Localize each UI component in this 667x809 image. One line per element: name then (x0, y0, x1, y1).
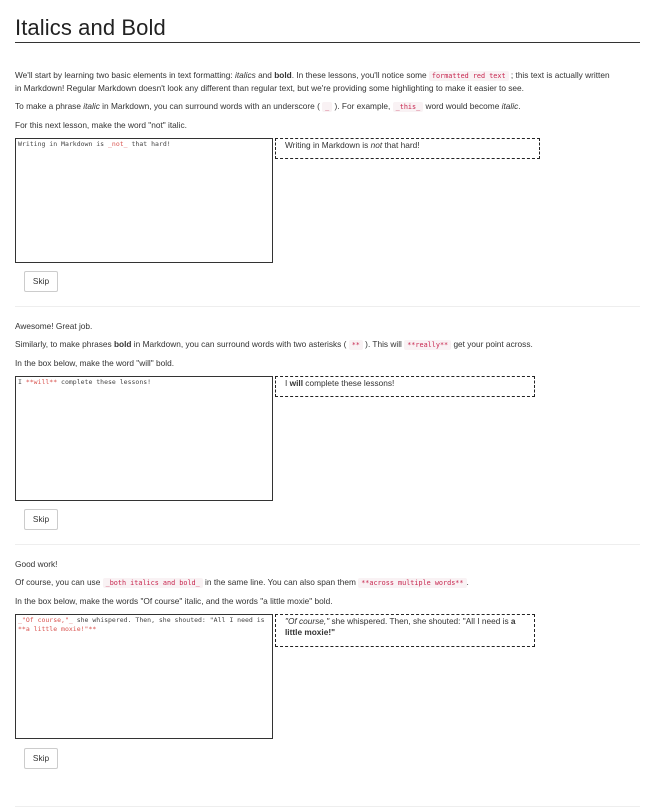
section-divider (15, 544, 640, 545)
lesson2-task: In the box below, make the word "will" b… (15, 358, 175, 368)
lesson2-feedback: Awesome! Great job. (15, 321, 93, 331)
lesson2-skip-button[interactable]: Skip (24, 509, 58, 530)
inline-code: formatted red text (428, 71, 509, 81)
lesson2-howto: Similarly, to make phrases bold in Markd… (15, 339, 533, 350)
lesson1-howto: To make a phrase italic in Markdown, you… (15, 101, 521, 112)
section-divider (15, 306, 640, 307)
lesson3-howto: Of course, you can use _both italics and… (15, 577, 469, 588)
lesson1-intro-line2: in Markdown! Regular Markdown doesn't lo… (15, 83, 524, 93)
inline-code: **across multiple words** (358, 578, 467, 588)
lesson2-preview: I will complete these lessons! (275, 376, 535, 397)
title-divider (15, 42, 640, 43)
lesson2-markdown-editor[interactable]: I **will** complete these lessons! (15, 376, 273, 501)
inline-code: _this_ (392, 102, 424, 112)
lesson1-skip-button[interactable]: Skip (24, 271, 58, 292)
lesson3-skip-button[interactable]: Skip (24, 748, 58, 769)
inline-code: ** (348, 340, 363, 350)
inline-code: _ (322, 102, 333, 112)
lesson1-intro: We'll start by learning two basic elemen… (15, 70, 610, 81)
lesson3-feedback: Good work! (15, 559, 58, 569)
inline-code: _both italics and bold_ (102, 578, 203, 588)
page-title: Italics and Bold (15, 15, 166, 40)
lesson1-preview: Writing in Markdown is not that hard! (275, 138, 540, 159)
inline-code: **really** (404, 340, 452, 350)
lesson3-preview: "Of course," she whispered. Then, she sh… (275, 614, 535, 647)
lesson3-task: In the box below, make the words "Of cou… (15, 596, 333, 606)
lesson3-markdown-editor[interactable]: _"Of course,"_ she whispered. Then, she … (15, 614, 273, 739)
lesson1-markdown-editor[interactable]: Writing in Markdown is _not_ that hard! (15, 138, 273, 263)
lesson1-task: For this next lesson, make the word "not… (15, 120, 187, 130)
section-divider (15, 806, 640, 807)
